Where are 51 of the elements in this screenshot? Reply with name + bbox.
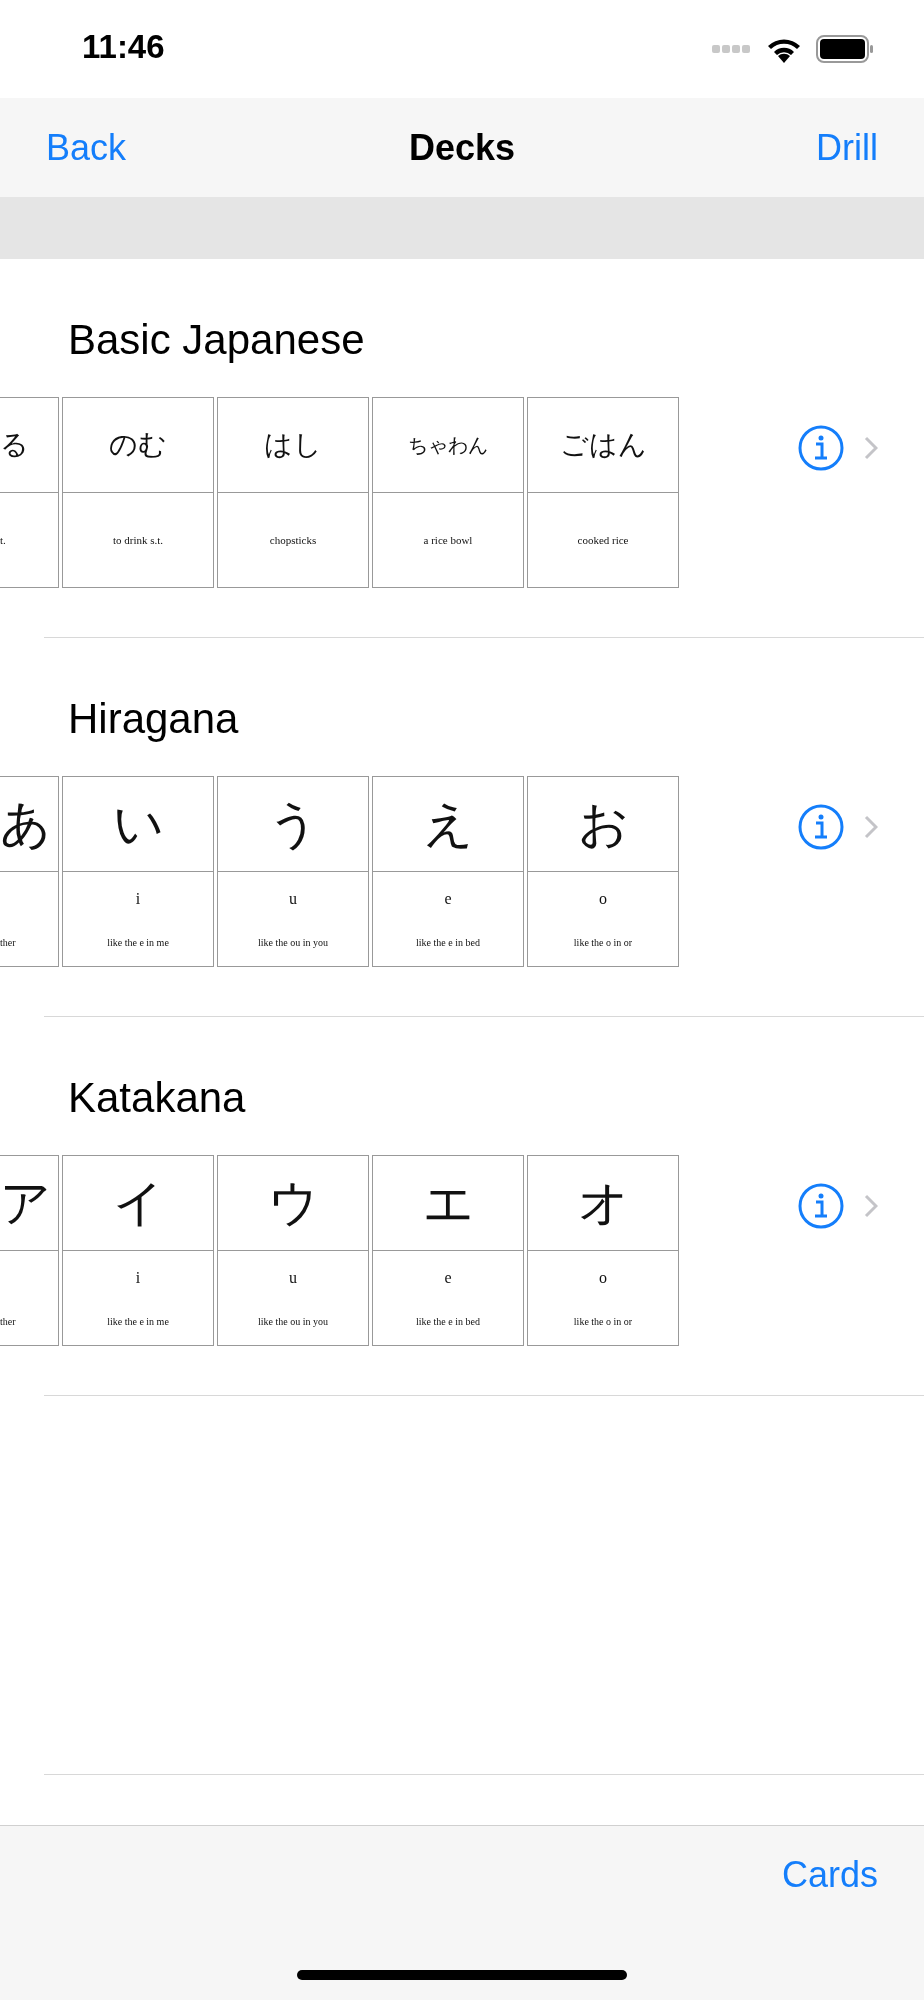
info-icon[interactable] — [798, 1183, 844, 1229]
card-front-text: あ — [0, 777, 58, 872]
card-reading: u — [289, 1269, 297, 1287]
card-front-text: ごはん — [528, 398, 678, 493]
card-front-text: オ — [528, 1156, 678, 1251]
card-reading: o — [599, 890, 607, 908]
deck-title: Hiragana — [68, 694, 239, 744]
card-front-text: い — [63, 777, 213, 872]
card-front-text: え — [373, 777, 523, 872]
card-note: like the e in me — [107, 937, 169, 948]
info-icon[interactable] — [798, 804, 844, 850]
status-time: 11:46 — [82, 28, 166, 67]
signal-icon — [712, 44, 752, 54]
card-front-text: ちゃわん — [373, 398, 523, 493]
card-meaning: to drink s.t. — [112, 534, 164, 546]
card-reading: i — [135, 1269, 141, 1287]
card-meaning: a rice bowl — [423, 534, 473, 546]
battery-icon — [816, 35, 874, 63]
card-front-text: ア — [0, 1156, 58, 1251]
nav-title: Decks — [408, 126, 516, 169]
card-meaning: t. — [0, 534, 6, 546]
card-note: like the e in me — [107, 1316, 169, 1327]
deck-title: Basic Japanese — [68, 315, 365, 365]
drill-button[interactable]: Drill — [816, 126, 878, 169]
card-reading: i — [135, 890, 141, 908]
card-reading: e — [444, 890, 452, 908]
cards-button[interactable]: Cards — [781, 1854, 878, 1896]
card-front-text: イ — [63, 1156, 213, 1251]
card-reading: u — [289, 890, 297, 908]
card-front-text: う — [218, 777, 368, 872]
deck-title: Katakana — [68, 1073, 246, 1123]
card-front-text: お — [528, 777, 678, 872]
card-reading: e — [444, 1269, 452, 1287]
card-note: like the o in or — [573, 1316, 633, 1327]
card-front-text: ウ — [218, 1156, 368, 1251]
card-front-text: はし — [218, 398, 368, 493]
card-meaning: cooked rice — [577, 534, 629, 546]
card-note: like the o in or — [573, 937, 633, 948]
info-icon[interactable] — [798, 425, 844, 471]
card-front-text: エ — [373, 1156, 523, 1251]
card-note: like the e in bed — [416, 937, 480, 948]
card-front-text: る — [0, 398, 58, 493]
card-note: ther — [0, 937, 16, 948]
card-meaning: chopsticks — [269, 534, 317, 546]
card-note: like the ou in you — [258, 1316, 328, 1327]
card-note: like the e in bed — [416, 1316, 480, 1327]
card-reading: o — [599, 1269, 607, 1287]
card-note: ther — [0, 1316, 16, 1327]
card-front-text: のむ — [63, 398, 213, 493]
back-button[interactable]: Back — [46, 126, 127, 169]
card-note: like the ou in you — [258, 937, 328, 948]
